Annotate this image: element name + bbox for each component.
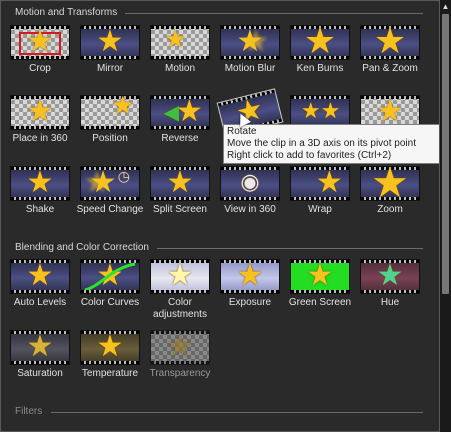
effect-label: View in 360 — [224, 204, 276, 215]
reverse-icon: ◀ ★ — [150, 95, 210, 130]
green-screen-icon: ★ — [290, 259, 350, 294]
effect-tile-pan-zoom[interactable]: ★ Pan & Zoom — [355, 25, 425, 75]
effect-tile-view-in-360[interactable]: ◉ View in 360 — [215, 166, 285, 216]
motion-icon: ★ — [150, 25, 210, 60]
effect-tile-position[interactable]: ★ Position — [75, 95, 145, 145]
effect-label: Ken Burns — [296, 63, 344, 74]
effect-tile-color-curves[interactable]: ★ Color Curves — [75, 259, 145, 309]
effect-tile-place-in-360[interactable]: ★ Place in 360 — [5, 95, 75, 145]
effect-tile-split-screen[interactable]: ★ Split Screen — [145, 166, 215, 216]
ken-burns-icon: ★ — [290, 25, 350, 60]
section-divider — [125, 13, 423, 14]
effect-label: Exposure — [228, 297, 272, 308]
effect-tile-mirror[interactable]: ★ Mirror — [75, 25, 145, 75]
split-screen-icon: ★ — [150, 166, 210, 201]
effect-tile-saturation[interactable]: ★ Saturation — [5, 330, 75, 380]
tooltip-description: Move the clip in a 3D axis on its pivot … — [227, 138, 416, 149]
effect-label: Pan & Zoom — [362, 63, 418, 74]
effect-label: Color Curves — [80, 297, 140, 308]
transparency-icon: ★ — [150, 330, 210, 365]
effect-label: Shake — [25, 204, 55, 215]
view-in-360-icon: ◉ — [220, 166, 280, 201]
vertical-scrollbar[interactable]: ▲ — [440, 0, 451, 432]
effect-label: Motion Blur — [224, 63, 276, 74]
temperature-icon: ★ — [80, 330, 140, 365]
effect-label: Speed Change — [76, 204, 144, 215]
scrollbar-thumb[interactable] — [442, 14, 449, 294]
hue-icon: ★ — [360, 259, 420, 294]
effect-tile-crop[interactable]: ★ Crop — [5, 25, 75, 75]
effect-tile-wrap[interactable]: ★ Wrap — [285, 166, 355, 216]
effect-label: Hue — [380, 297, 400, 308]
effect-label: Transparency — [149, 368, 211, 379]
effect-tile-green-screen[interactable]: ★ Green Screen — [285, 259, 355, 309]
effect-tile-motion-blur[interactable]: ★ Motion Blur — [215, 25, 285, 75]
effect-label: Mirror — [96, 63, 124, 74]
saturation-icon: ★ — [10, 330, 70, 365]
effect-label: Wrap — [308, 204, 332, 215]
effect-label: Saturation — [17, 368, 63, 379]
effect-label: Auto Levels — [13, 297, 67, 308]
wrap-icon: ★ — [290, 166, 350, 201]
scroll-up-icon[interactable]: ▲ — [440, 2, 451, 12]
effect-tile-ken-burns[interactable]: ★ Ken Burns — [285, 25, 355, 75]
effect-tile-color-adjustments[interactable]: ★ Color adjustments — [145, 259, 215, 321]
effect-tile-speed-change[interactable]: ★ ◷ Speed Change — [75, 166, 145, 216]
effect-tooltip: Rotate Move the clip in a 3D axis on its… — [223, 124, 439, 164]
effect-tile-exposure[interactable]: ★ Exposure — [215, 259, 285, 309]
shake-icon: ★ — [10, 166, 70, 201]
effect-label: Motion — [164, 63, 195, 74]
position-icon: ★ — [80, 95, 140, 130]
section-title-motion-transforms: Motion and Transforms — [15, 7, 118, 18]
effect-tile-shake[interactable]: ★ Shake — [5, 166, 75, 216]
speed-change-icon: ★ ◷ — [80, 166, 140, 201]
section-title-filters: Filters — [15, 406, 43, 417]
section-title-blending-color: Blending and Color Correction — [15, 242, 149, 253]
effect-tile-auto-levels[interactable]: ★ Auto Levels — [5, 259, 75, 309]
effect-tile-reverse[interactable]: ◀ ★ Reverse — [145, 95, 215, 145]
tooltip-title: Rotate — [227, 126, 257, 137]
mirror-icon: ★ — [80, 25, 140, 60]
effect-label: Green Screen — [288, 297, 352, 308]
section-divider — [157, 248, 423, 249]
effect-tile-motion[interactable]: ★ Motion — [145, 25, 215, 75]
exposure-icon: ★ — [220, 259, 280, 294]
motion-blur-icon: ★ — [220, 25, 280, 60]
effect-label: Split Screen — [153, 204, 207, 215]
effect-label: Place in 360 — [12, 133, 68, 144]
effect-label: Position — [92, 133, 128, 144]
pan-zoom-icon: ★ — [360, 25, 420, 60]
effects-panel: Motion and Transforms ★ Crop ★ Mirror ★ … — [0, 0, 440, 432]
auto-levels-icon: ★ — [10, 259, 70, 294]
tooltip-hint: Right click to add to favorites (Ctrl+2) — [227, 150, 392, 161]
effect-tile-zoom[interactable]: ★ Zoom — [355, 166, 425, 216]
place-in-360-icon: ★ — [10, 95, 70, 130]
effect-label: Temperature — [81, 368, 139, 379]
effect-label: Zoom — [377, 204, 403, 215]
effect-label: Color adjustments — [153, 297, 207, 320]
zoom-icon: ★ — [360, 166, 420, 201]
effect-tile-transparency[interactable]: ★ Transparency — [145, 330, 215, 380]
effect-label: Reverse — [161, 133, 199, 144]
effect-label: Crop — [29, 63, 51, 74]
crop-icon: ★ — [10, 25, 70, 60]
section-divider — [51, 412, 423, 413]
effect-tile-hue[interactable]: ★ Hue — [355, 259, 425, 309]
color-adjustments-icon: ★ — [150, 259, 210, 294]
color-curves-icon: ★ — [80, 259, 140, 294]
effect-tile-temperature[interactable]: ★ Temperature — [75, 330, 145, 380]
